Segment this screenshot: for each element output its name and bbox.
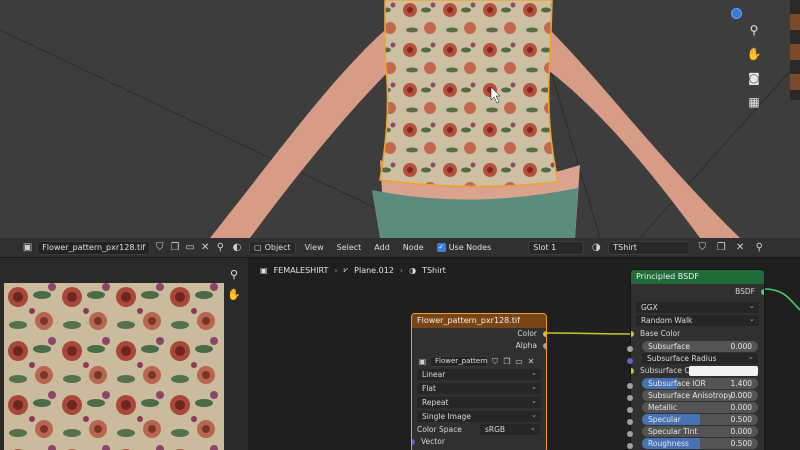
material-name-field[interactable]: TShirt: [608, 240, 691, 255]
image-datablock-field[interactable]: Flower_pattern...: [430, 356, 488, 367]
menu-select[interactable]: Select: [333, 243, 366, 252]
menu-add[interactable]: Add: [370, 243, 394, 252]
checkbox-icon: ✓: [436, 243, 446, 252]
3d-viewport[interactable]: ⚲ ✋ ◙ ▦: [0, 0, 800, 238]
shield-icon[interactable]: ⛉: [695, 241, 709, 255]
shield-icon[interactable]: ⛉: [154, 241, 165, 255]
source-select[interactable]: Single Image: [417, 409, 541, 422]
breadcrumb-mesh[interactable]: Plane.012: [354, 266, 394, 275]
object-icon: ▢: [254, 242, 262, 252]
vector-input-socket[interactable]: [412, 439, 415, 445]
principled-bsdf-node[interactable]: Principled BSDF BSDF GGX Random Walk Bas…: [630, 269, 765, 450]
image-texture-node-title: Flower_pattern_pxr128.tif: [412, 314, 546, 328]
viewport-side-tabs: [790, 0, 800, 100]
subsurface-input-socket[interactable]: [627, 346, 633, 352]
menu-node[interactable]: Node: [399, 243, 428, 252]
metallic-slider[interactable]: Metallic 0.000: [642, 402, 758, 413]
specular-slider[interactable]: Specular 0.500: [642, 414, 758, 425]
bsdf-output-socket[interactable]: [761, 289, 764, 295]
viewport-navigation-tools: ⚲ ✋ ◙ ▦: [744, 20, 766, 116]
image-editor-header: ▣ Flower_pattern_pxr128.tif ⛉ ❐ ▭ ✕ ⚲: [0, 238, 226, 258]
flower-texture-preview: [4, 283, 224, 450]
duplicate-icon[interactable]: ❐: [714, 241, 728, 255]
zoom-icon[interactable]: ⚲: [744, 20, 764, 40]
use-nodes-toggle[interactable]: ✓ Use Nodes: [433, 241, 496, 255]
subsurface-ior-input-socket[interactable]: [627, 383, 633, 389]
grid-icon[interactable]: ▦: [744, 92, 764, 112]
mesh-icon: ⩗: [343, 265, 349, 274]
specular-input-socket[interactable]: [627, 419, 633, 425]
subsurface-anisotropy-input-socket[interactable]: [627, 395, 633, 401]
side-tab[interactable]: [790, 74, 800, 90]
subsurface-color-swatch[interactable]: [689, 366, 758, 376]
close-icon[interactable]: ✕: [200, 241, 211, 255]
side-tab[interactable]: [790, 14, 800, 30]
shield-icon[interactable]: ⛉: [490, 357, 500, 367]
slot-select[interactable]: Slot 1: [528, 240, 585, 255]
subsurface-color-row[interactable]: Subsurface C: [631, 365, 764, 377]
principled-bsdf-node-title: Principled BSDF: [631, 270, 764, 284]
zoom-icon[interactable]: ⚲: [226, 266, 242, 282]
breadcrumb-object[interactable]: FEMALESHIRT: [274, 266, 329, 275]
base-color-input-socket[interactable]: [631, 331, 634, 337]
image-icon[interactable]: ▣: [22, 241, 33, 255]
metallic-input-socket[interactable]: [627, 407, 633, 413]
color-space-row: Color Space sRGB: [412, 422, 546, 436]
material-sphere-icon[interactable]: ◑: [589, 241, 603, 255]
extension-select[interactable]: Repeat: [417, 395, 541, 408]
subsurface-anisotropy-slider[interactable]: Subsurface Anisotropy 0.000: [642, 390, 758, 401]
folder-icon[interactable]: ▭: [514, 357, 524, 367]
color-space-select[interactable]: sRGB: [480, 422, 540, 435]
specular-tint-input-socket[interactable]: [627, 431, 633, 437]
distribution-select[interactable]: GGX: [636, 300, 759, 313]
node-editor-header: ◐ ▢ Object View Select Add Node ✓ Use Node…: [226, 238, 800, 258]
subsurface-ior-slider[interactable]: Subsurface IOR 1.400: [642, 378, 758, 389]
object-icon: ▣: [260, 265, 268, 275]
roughness-slider[interactable]: Roughness 0.500: [642, 438, 758, 449]
roughness-input-socket[interactable]: [627, 443, 633, 449]
shader-editor-icon[interactable]: ◐: [230, 241, 244, 255]
camera-icon[interactable]: ◙: [744, 68, 764, 88]
image-name-field[interactable]: Flower_pattern_pxr128.tif: [37, 240, 151, 255]
hand-pan-icon[interactable]: ✋: [226, 286, 242, 302]
base-color-input-row[interactable]: Base Color: [631, 328, 764, 340]
close-icon[interactable]: ✕: [733, 241, 747, 255]
specular-tint-slider[interactable]: Specular Tint 0.000: [642, 426, 758, 437]
chevron-right-icon: ›: [334, 265, 338, 275]
gizmo-dot[interactable]: [731, 8, 742, 19]
object-mode-select[interactable]: ▢ Object: [249, 240, 296, 255]
image-texture-alpha-output[interactable]: Alpha: [412, 340, 546, 352]
interpolation-select[interactable]: Linear: [417, 367, 541, 380]
viewport-scene: [0, 0, 800, 238]
pin-icon[interactable]: ⚲: [215, 241, 226, 255]
image-texture-node[interactable]: Flower_pattern_pxr128.tif Color Alpha ▣ …: [411, 313, 547, 450]
folder-icon[interactable]: ▭: [184, 241, 195, 255]
color-output-socket[interactable]: [543, 331, 546, 337]
subsurface-slider[interactable]: Subsurface 0.000: [642, 341, 758, 352]
projection-select[interactable]: Flat: [417, 381, 541, 394]
bsdf-output-row[interactable]: BSDF: [631, 286, 764, 298]
image-icon[interactable]: ▣: [417, 356, 428, 367]
material-sphere-icon: ◑: [409, 265, 417, 275]
breadcrumb-material[interactable]: TShirt: [422, 266, 446, 275]
subsurface-radius-select[interactable]: Subsurface Radius: [642, 351, 758, 364]
subsurface-method-select[interactable]: Random Walk: [636, 313, 759, 326]
vector-input-row: Vector: [412, 436, 546, 448]
chevron-right-icon: ›: [399, 265, 404, 275]
duplicate-icon[interactable]: ❐: [169, 241, 180, 255]
hand-pan-icon[interactable]: ✋: [744, 44, 764, 64]
breadcrumb: ▣ FEMALESHIRT › ⩗ Plane.012 › ◑ TShirt: [260, 265, 446, 275]
image-texture-color-output[interactable]: Color: [412, 328, 546, 340]
pin-icon[interactable]: ⚲: [752, 241, 766, 255]
close-icon[interactable]: ✕: [526, 357, 536, 367]
subsurface-color-input-socket[interactable]: [631, 368, 634, 374]
side-tab[interactable]: [790, 44, 800, 60]
duplicate-icon[interactable]: ❐: [502, 357, 512, 367]
subsurface-radius-input-socket[interactable]: [627, 358, 633, 364]
menu-view[interactable]: View: [301, 243, 328, 252]
image-selector-row: ▣ Flower_pattern... ⛉ ❐ ▭ ✕: [417, 356, 541, 367]
alpha-output-socket[interactable]: [543, 343, 546, 349]
